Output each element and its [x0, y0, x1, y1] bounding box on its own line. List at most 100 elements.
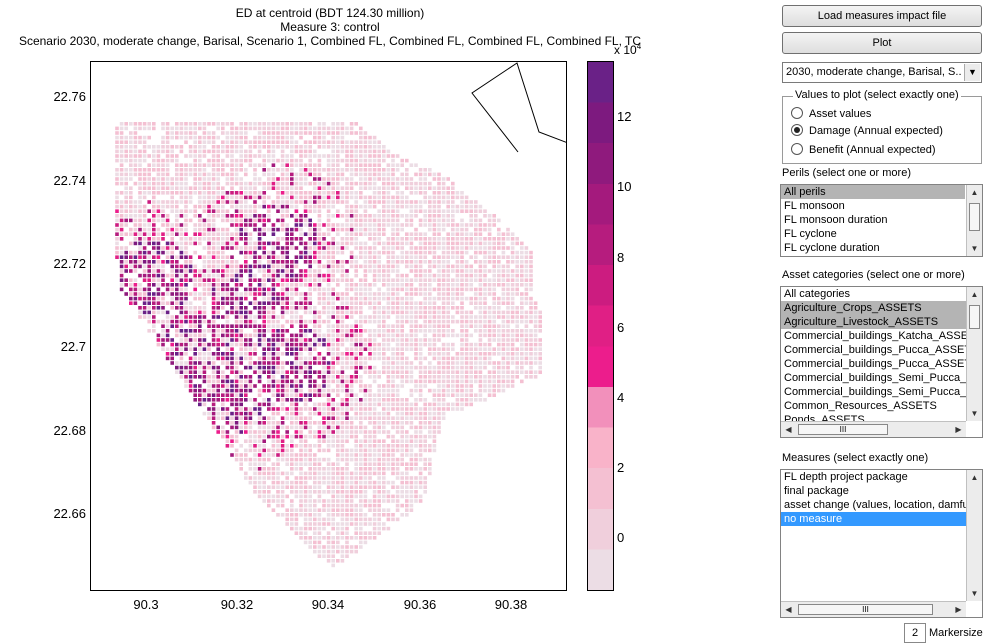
damage-cell — [257, 135, 262, 140]
damage-cell — [414, 434, 418, 439]
damage-cell — [368, 195, 372, 200]
damage-cell — [510, 329, 515, 333]
damage-cell — [294, 200, 299, 204]
damage-cell — [506, 379, 510, 384]
damage-cell — [193, 365, 197, 370]
damage-cell — [257, 204, 262, 209]
damage-cell — [244, 398, 248, 402]
damage-cell — [506, 237, 510, 241]
damage-cell — [483, 250, 487, 255]
damage-cell — [257, 448, 262, 453]
damage-cell — [193, 227, 197, 232]
damage-cell — [336, 135, 340, 140]
damage-cell — [253, 122, 257, 126]
damage-cell — [225, 177, 230, 181]
damage-cell — [294, 384, 299, 388]
damage-cell — [230, 329, 234, 333]
damage-cell — [262, 181, 266, 186]
damage-cell — [262, 214, 266, 218]
damage-cell — [257, 457, 262, 462]
damage-cell — [225, 278, 230, 282]
damage-cell — [386, 181, 391, 186]
damage-cell — [193, 181, 197, 186]
damage-cell — [290, 384, 294, 388]
damage-cell — [280, 333, 285, 338]
damage-cell — [221, 237, 225, 241]
damage-cell — [313, 315, 317, 319]
damage-cell — [349, 434, 354, 439]
damage-cell — [432, 223, 437, 227]
damage-cell — [391, 352, 395, 356]
damage-cell — [152, 292, 156, 296]
damage-cell — [400, 494, 404, 499]
damage-cell — [179, 292, 184, 296]
damage-cell — [428, 269, 432, 273]
damage-cell — [428, 223, 432, 227]
damage-cell — [211, 319, 216, 324]
damage-cell — [230, 131, 234, 135]
damage-cell — [497, 237, 501, 241]
damage-cell — [280, 421, 285, 425]
damage-cell — [538, 356, 542, 361]
damage-cell — [313, 237, 317, 241]
damage-cell — [336, 241, 340, 246]
damage-cell — [175, 232, 179, 236]
damage-cell — [363, 499, 368, 503]
damage-cell — [395, 471, 400, 476]
damage-cell — [428, 278, 432, 282]
damage-cell — [368, 434, 372, 439]
damage-cell — [253, 209, 257, 213]
damage-cell — [336, 471, 340, 476]
map-axes[interactable] — [90, 61, 567, 591]
damage-cell — [184, 186, 188, 190]
damage-cell — [395, 388, 400, 393]
damage-cell — [359, 388, 363, 393]
damage-cell — [156, 149, 161, 154]
damage-cell — [285, 296, 289, 301]
damage-cell — [451, 204, 455, 209]
damage-cell — [474, 209, 478, 213]
damage-cell — [497, 379, 501, 384]
damage-cell — [331, 145, 335, 149]
damage-cell — [354, 457, 358, 462]
damage-cell — [129, 269, 133, 273]
damage-cell — [161, 232, 165, 236]
damage-cell — [230, 453, 234, 457]
damage-cell — [395, 361, 400, 365]
damage-cell — [193, 131, 197, 135]
damage-cell — [538, 310, 542, 315]
damage-cell — [377, 296, 381, 301]
damage-cell — [336, 324, 340, 328]
damage-cell — [349, 490, 354, 494]
damage-cell — [234, 379, 239, 384]
damage-cell — [464, 310, 469, 315]
damage-cell — [432, 204, 437, 209]
damage-cell — [276, 361, 280, 365]
damage-cell — [276, 131, 280, 135]
damage-cell — [354, 439, 358, 443]
damage-cell — [248, 246, 253, 250]
damage-cell — [216, 168, 220, 172]
damage-cell — [119, 269, 124, 273]
damage-cell — [418, 223, 423, 227]
damage-cell — [124, 283, 128, 287]
damage-cell — [382, 172, 386, 177]
damage-cell — [294, 264, 299, 269]
damage-cell — [299, 329, 303, 333]
damage-cell — [230, 296, 234, 301]
damage-cell — [455, 393, 460, 397]
damage-cell — [359, 135, 363, 140]
damage-cell — [161, 214, 165, 218]
damage-cell — [271, 315, 276, 319]
damage-cell — [386, 375, 391, 379]
damage-cell — [239, 388, 243, 393]
damage-cell — [441, 287, 446, 292]
damage-cell — [354, 292, 358, 296]
damage-cell — [248, 480, 253, 485]
damage-cell — [322, 416, 326, 420]
damage-cell — [280, 379, 285, 384]
damage-cell — [336, 172, 340, 177]
damage-cell — [184, 163, 188, 167]
damage-cell — [423, 342, 427, 347]
damage-cell — [391, 168, 395, 172]
